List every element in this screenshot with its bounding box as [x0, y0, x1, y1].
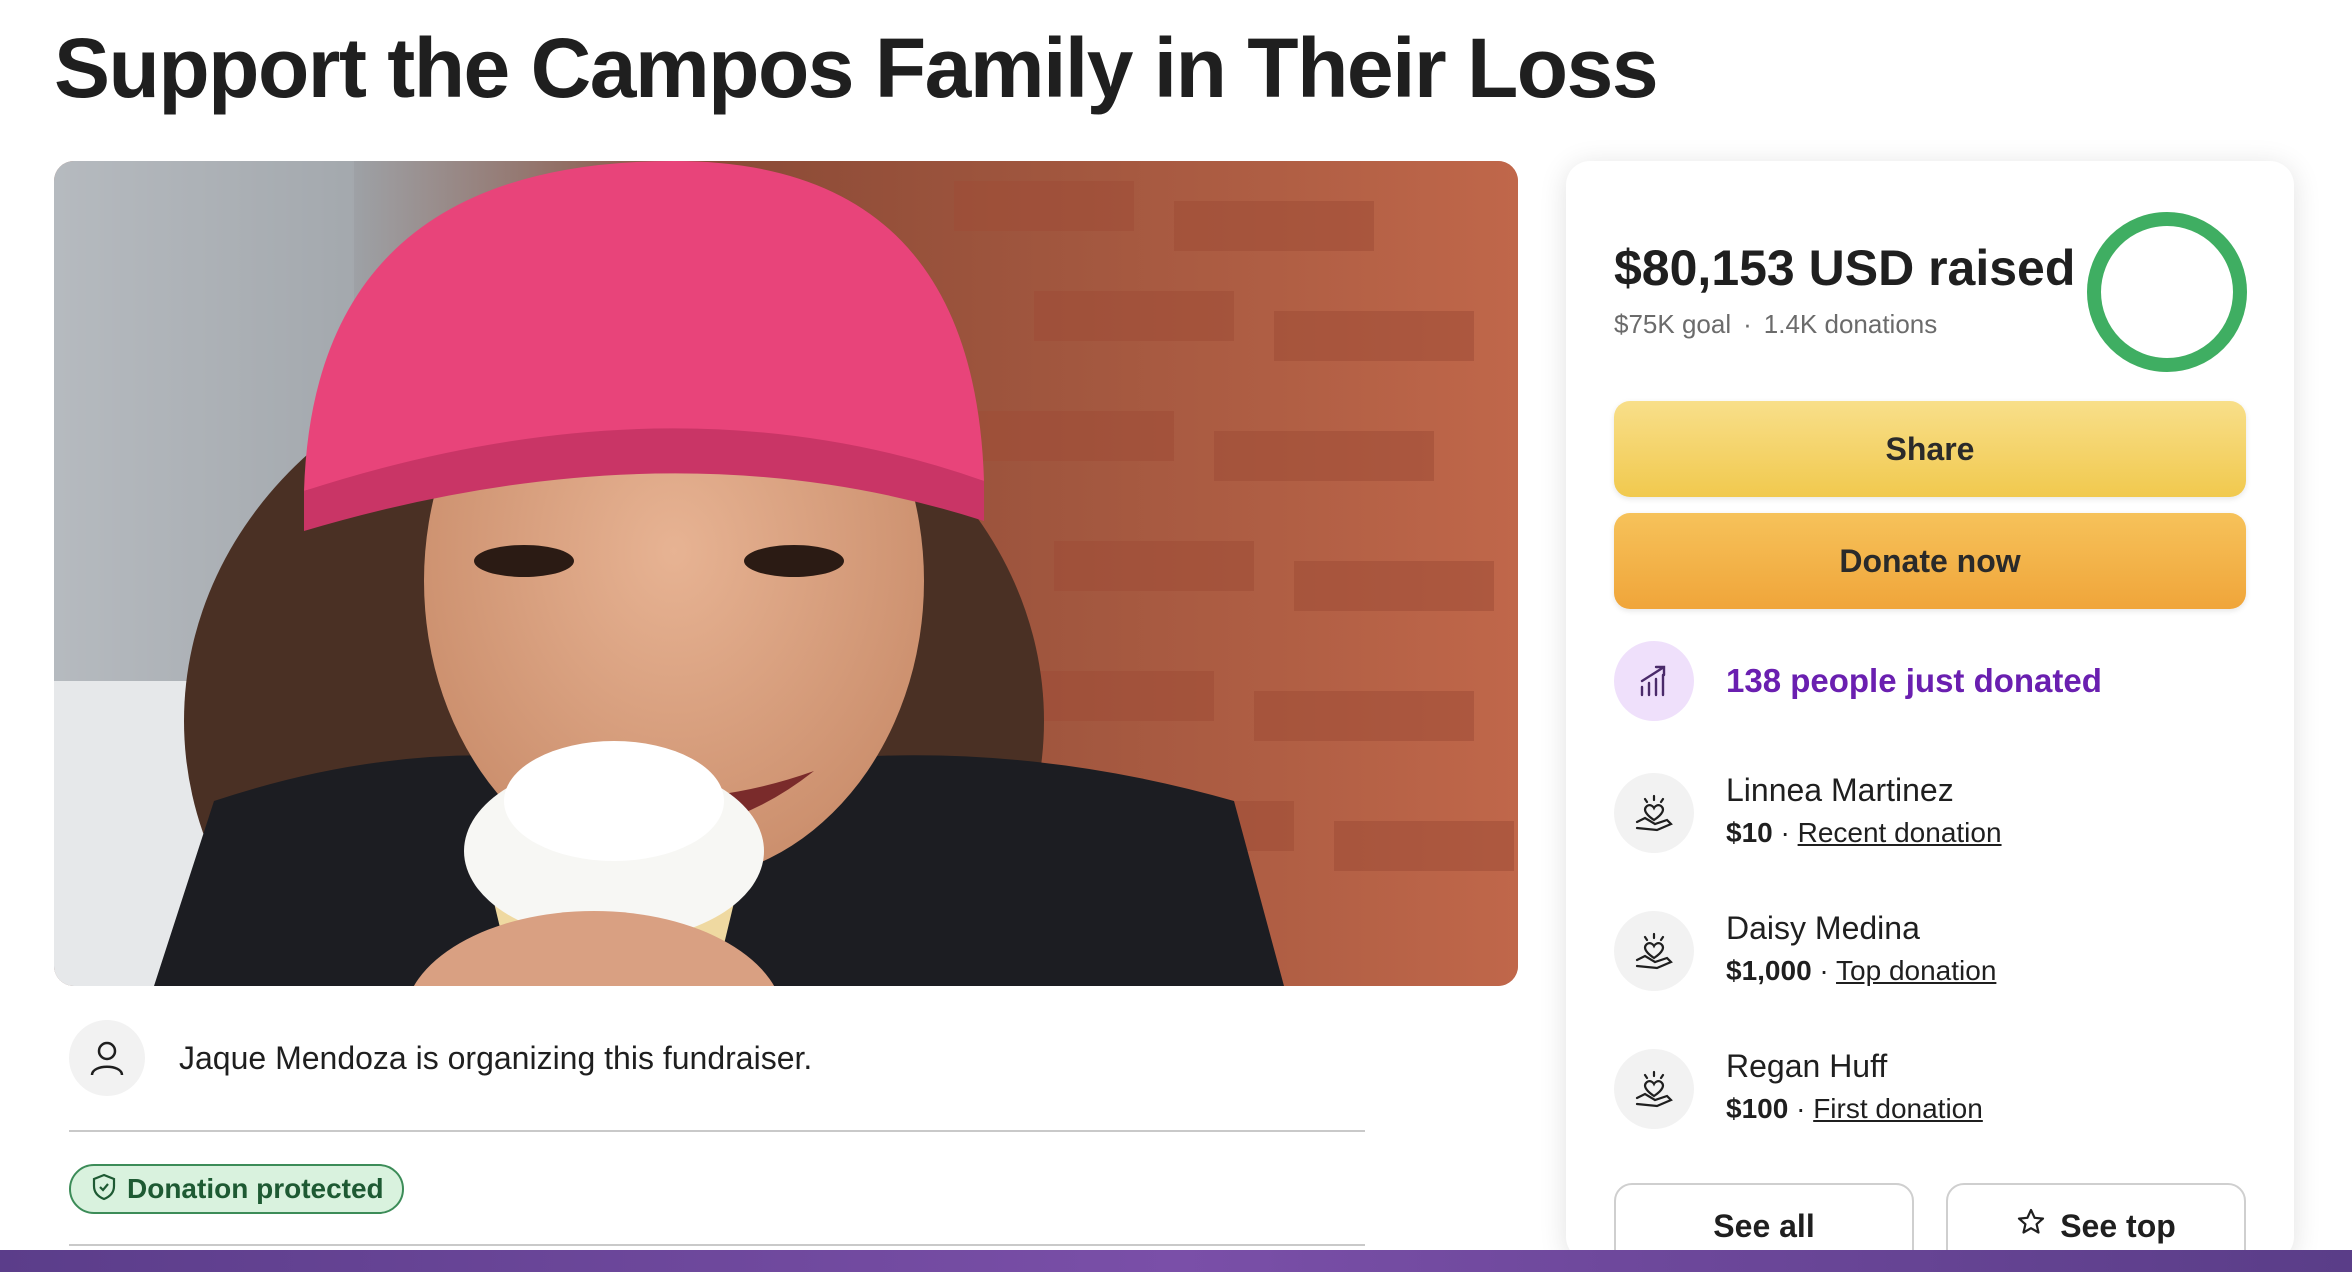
- recent-donations-trend: 138 people just donated: [1614, 641, 2102, 721]
- donor-tag-link[interactable]: Recent donation: [1798, 817, 2002, 848]
- donor-amount: $100: [1726, 1093, 1789, 1124]
- goal-text: $75K goal: [1614, 309, 1732, 339]
- donor-tag-link[interactable]: Top donation: [1836, 955, 1996, 986]
- organizer-text: Jaque Mendoza is organizing this fundrai…: [179, 1039, 813, 1076]
- organizer-row: Jaque Mendoza is organizing this fundrai…: [69, 1020, 812, 1096]
- badge-label: Donation protected: [127, 1173, 384, 1204]
- donation-protected-badge[interactable]: Donation protected: [69, 1164, 404, 1214]
- os-taskbar: [0, 1250, 2352, 1272]
- donation-count: 1.4K donations: [1763, 309, 1938, 339]
- amount-raised: $80,153 USD raised: [1614, 240, 2076, 296]
- heart-hand-icon: [1614, 773, 1694, 853]
- divider: [69, 1244, 1365, 1246]
- donor-tag-link[interactable]: First donation: [1813, 1093, 1983, 1124]
- trend-text: 138 people just donated: [1726, 662, 2102, 699]
- user-icon: [69, 1020, 145, 1096]
- star-icon: [2016, 1207, 2060, 1245]
- donate-now-button[interactable]: Donate now: [1614, 513, 2246, 609]
- donor-item: Daisy Medina $1,000 · Top donation: [1614, 907, 1996, 991]
- progress-ring: [2087, 212, 2247, 372]
- heart-hand-icon: [1614, 911, 1694, 991]
- donor-name: Daisy Medina: [1726, 910, 1920, 946]
- heart-hand-icon: [1614, 1049, 1694, 1129]
- donor-name: Linnea Martinez: [1726, 772, 1954, 808]
- donor-item: Linnea Martinez $10 · Recent donation: [1614, 769, 2002, 853]
- donor-amount: $1,000: [1726, 955, 1812, 986]
- donor-name: Regan Huff: [1726, 1048, 1888, 1084]
- goal-meta: $75K goal · 1.4K donations: [1614, 309, 1938, 339]
- shield-icon: [91, 1173, 117, 1206]
- campaign-photo: [54, 161, 1518, 986]
- donor-amount: $10: [1726, 817, 1773, 848]
- donor-item: Regan Huff $100 · First donation: [1614, 1045, 1983, 1129]
- divider: [69, 1130, 1365, 1132]
- share-button[interactable]: Share: [1614, 401, 2246, 497]
- page-title: Support the Campos Family in Their Loss: [54, 21, 1659, 115]
- donation-card: $80,153 USD raised $75K goal · 1.4K donati…: [1566, 161, 2294, 1269]
- trending-up-icon: [1614, 641, 1694, 721]
- see-top-label: See top: [2060, 1207, 2176, 1244]
